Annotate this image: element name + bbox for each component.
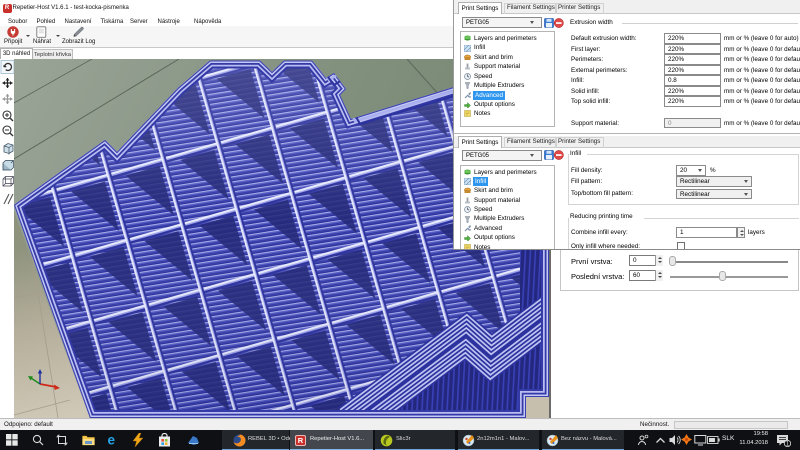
- svg-text:e: e: [108, 433, 116, 448]
